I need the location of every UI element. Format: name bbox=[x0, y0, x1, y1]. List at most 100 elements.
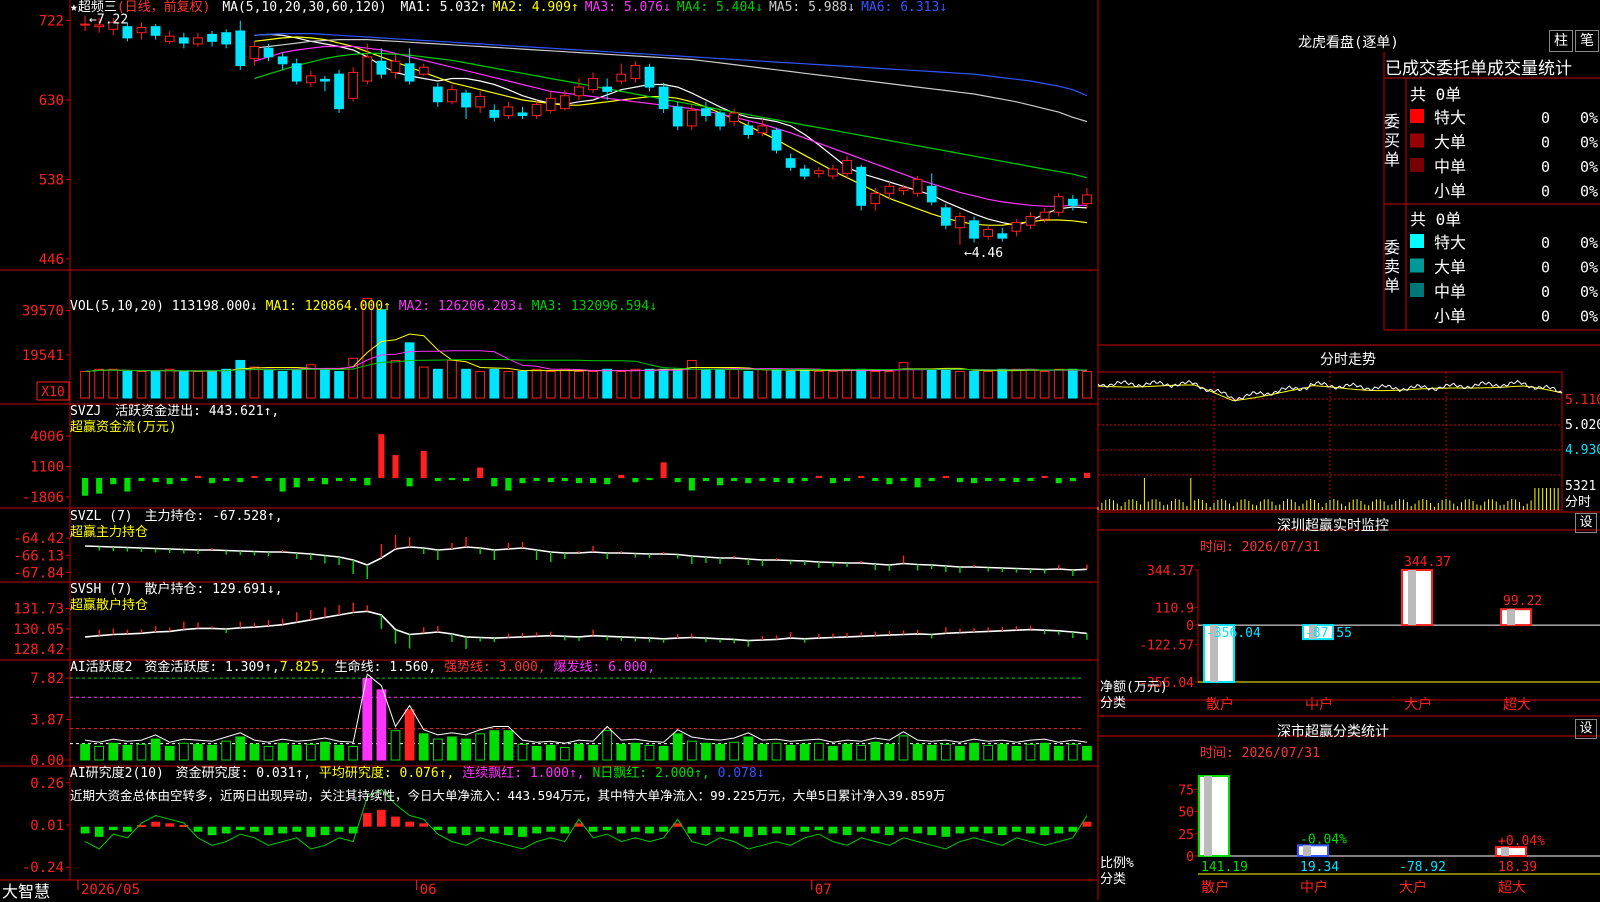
tab-bar: 已成交委托单成交量统计 bbox=[1385, 54, 1572, 79]
svsh-name: 散户持仓: bbox=[144, 582, 205, 597]
candle bbox=[334, 69, 344, 113]
buy-color-swatch bbox=[1410, 158, 1424, 172]
vol-label: VOL(5,10,20) bbox=[70, 299, 164, 314]
volume-bar bbox=[108, 368, 119, 399]
fund-flow-bar bbox=[632, 478, 639, 483]
activity-bar bbox=[630, 742, 641, 761]
volume-bar bbox=[221, 368, 232, 399]
research-bar bbox=[1026, 826, 1035, 834]
fund-flow-bar bbox=[350, 478, 357, 482]
tab-volume-stats[interactable]: 成交量统计 bbox=[1487, 59, 1572, 79]
volume-bar bbox=[574, 371, 584, 399]
volume-bar bbox=[743, 371, 754, 399]
candle-body bbox=[588, 77, 598, 91]
fund-flow-bar bbox=[688, 478, 695, 491]
ma-number-1: 5.032↑ bbox=[431, 0, 487, 15]
fund-flow-bar bbox=[364, 478, 371, 486]
ai-research-last: 0.078↓ bbox=[717, 766, 765, 781]
fund-flow-bar bbox=[378, 434, 385, 478]
buy-total: 共 0单 bbox=[1410, 85, 1462, 104]
fund-flow-bar bbox=[604, 478, 611, 485]
vol-ma-2: MA2: 126206.203↓ bbox=[390, 299, 524, 314]
volume-bar bbox=[912, 368, 923, 399]
fund-flow-bar bbox=[1069, 478, 1076, 482]
sell-row-count: 0 bbox=[1541, 259, 1550, 277]
fund-flow-bar bbox=[985, 478, 992, 482]
research-bar bbox=[306, 826, 316, 837]
volume-bar bbox=[136, 371, 147, 399]
research-bar bbox=[899, 826, 908, 832]
research-bar bbox=[320, 826, 330, 836]
volume-bar bbox=[602, 368, 613, 399]
research-bar bbox=[560, 826, 570, 834]
tab-orders[interactable]: 委托单 bbox=[1436, 59, 1487, 79]
stats-bar-label: 大户 bbox=[1399, 879, 1427, 896]
low-price-label: ←4.46 bbox=[964, 246, 1003, 261]
pen-mode-button[interactable]: 笔 bbox=[1575, 30, 1599, 52]
research-bar bbox=[235, 826, 245, 831]
candle-body bbox=[658, 86, 669, 110]
fund-flow-bar bbox=[208, 478, 216, 484]
activity-bar bbox=[348, 745, 359, 761]
fund-flow-bar bbox=[1027, 478, 1034, 482]
volume-bar bbox=[334, 371, 344, 399]
fund-flow-bar bbox=[561, 478, 568, 482]
research-bar bbox=[631, 826, 640, 832]
volume-bar bbox=[630, 368, 641, 399]
candle-body bbox=[644, 66, 655, 88]
research-bar bbox=[1082, 821, 1092, 827]
activity-bar bbox=[1025, 743, 1036, 761]
volume-bar bbox=[926, 368, 937, 399]
ma-number-3: 5.076↓ bbox=[616, 0, 671, 15]
volume-bar bbox=[1025, 368, 1036, 399]
x-tick-label: 06 bbox=[420, 882, 437, 898]
activity-bar bbox=[559, 746, 570, 761]
kline-chart-area[interactable]: 722630538446←7.22←4.463957019541X1040061… bbox=[0, 0, 1600, 900]
volume-bar bbox=[164, 368, 175, 399]
x-tick-label: 07 bbox=[815, 882, 832, 898]
fund-flow-bar bbox=[575, 478, 583, 484]
fund-flow-bar bbox=[801, 478, 808, 482]
volume-bar bbox=[969, 371, 979, 399]
sell-row-pct: 0% bbox=[1580, 259, 1598, 277]
volume-bar bbox=[955, 371, 965, 399]
volume-bar bbox=[320, 368, 330, 399]
activity-bar bbox=[291, 744, 302, 761]
candle bbox=[658, 82, 669, 113]
fund-flow-bar bbox=[1041, 475, 1048, 478]
research-bar bbox=[616, 826, 626, 834]
activity-bar bbox=[418, 733, 429, 761]
fund-flow-bar bbox=[872, 478, 879, 482]
fund-flow-bar bbox=[787, 478, 794, 484]
volume-bar bbox=[616, 371, 627, 399]
stock-title[interactable]: ★超频三 bbox=[70, 0, 117, 15]
monitor-axis-label: 净额(万元) 分类 bbox=[1100, 680, 1168, 712]
bar-mode-button[interactable]: 柱 bbox=[1549, 30, 1573, 52]
activity-bar bbox=[235, 736, 246, 761]
monitor-y-label: 110.9 bbox=[1155, 601, 1194, 616]
fund-flow-bar bbox=[900, 478, 907, 482]
stats-bar-label: 超大 bbox=[1498, 880, 1526, 896]
fund-flow-bar bbox=[547, 478, 554, 483]
volume-bar bbox=[983, 371, 994, 399]
y-tick-label: -66.13 bbox=[13, 548, 64, 564]
candle-body bbox=[207, 33, 217, 42]
candle-body bbox=[221, 32, 232, 45]
y-tick-label: 3.87 bbox=[30, 713, 64, 729]
volume-bar bbox=[235, 359, 246, 399]
ai-research-cont: 连续飘红: 1.000↑, bbox=[462, 766, 585, 781]
volume-bar bbox=[207, 371, 217, 399]
stats-settings-button[interactable]: 设 bbox=[1575, 719, 1597, 739]
monitor-settings-button[interactable]: 设 bbox=[1575, 513, 1597, 533]
research-bar bbox=[983, 826, 993, 834]
fund-flow-bar bbox=[166, 478, 173, 485]
period-mode[interactable]: (日线，前复权) bbox=[117, 0, 211, 15]
candle-body bbox=[955, 216, 965, 229]
fund-flow-bar bbox=[81, 478, 89, 496]
research-bar bbox=[772, 826, 781, 834]
research-bar bbox=[518, 826, 527, 837]
tab-executed[interactable]: 已成交 bbox=[1385, 59, 1436, 79]
volume-bar bbox=[1067, 368, 1078, 399]
fund-flow-bar bbox=[773, 478, 780, 483]
volume-bar bbox=[517, 371, 528, 399]
